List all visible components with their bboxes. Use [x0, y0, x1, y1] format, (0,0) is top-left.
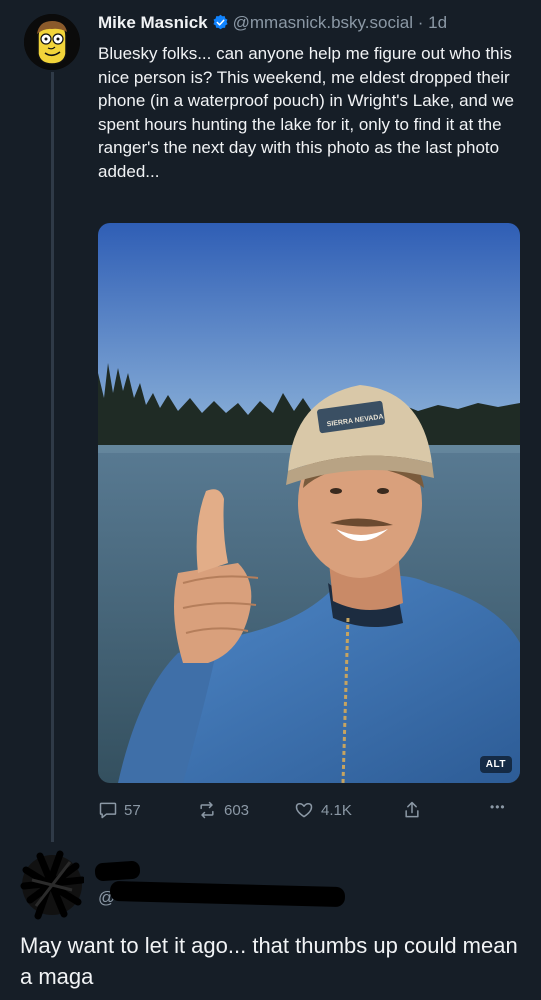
- reply-text: May want to let it ago... that thumbs up…: [20, 933, 518, 989]
- post-header: Mike Masnick @mmasnick.bsky.social · 1d: [98, 13, 447, 36]
- share-button[interactable]: [402, 800, 428, 820]
- repost-icon: [200, 801, 214, 819]
- reply-button[interactable]: 57: [98, 800, 141, 820]
- more-options-button[interactable]: •••: [490, 800, 506, 814]
- verified-check-icon: [212, 14, 229, 36]
- cartoon-avatar-icon: [24, 14, 80, 70]
- reply-avatar-redacted[interactable]: [20, 850, 86, 920]
- header-separator: ·: [417, 13, 424, 32]
- author-avatar[interactable]: [24, 14, 80, 70]
- repost-count: 603: [224, 801, 250, 819]
- post-text: Bluesky folks... can anyone help me figu…: [98, 44, 514, 181]
- share-icon: [405, 801, 419, 818]
- post-actions: 57 603 4.1K •••: [98, 800, 520, 824]
- reply-author-redacted: [94, 860, 141, 882]
- author-name[interactable]: Mike Masnick: [98, 13, 208, 32]
- more-dots-icon: •••: [490, 800, 506, 814]
- like-button[interactable]: 4.1K: [293, 800, 352, 820]
- author-handle[interactable]: @mmasnick.bsky.social: [233, 13, 413, 32]
- lake-selfie-photo: SIERRA NEVADA: [98, 223, 520, 783]
- repost-button[interactable]: 603: [196, 800, 249, 820]
- speech-bubble-icon: [99, 802, 117, 819]
- heart-icon: [295, 803, 313, 818]
- post-time[interactable]: 1d: [428, 13, 447, 32]
- reply-count: 57: [124, 801, 141, 819]
- alt-badge[interactable]: ALT: [479, 756, 512, 773]
- thread-line: [51, 72, 54, 842]
- like-count: 4.1K: [321, 801, 352, 819]
- reply-handle-redacted: [109, 880, 346, 908]
- post-image[interactable]: SIERRA NEVADA ALT: [98, 223, 520, 783]
